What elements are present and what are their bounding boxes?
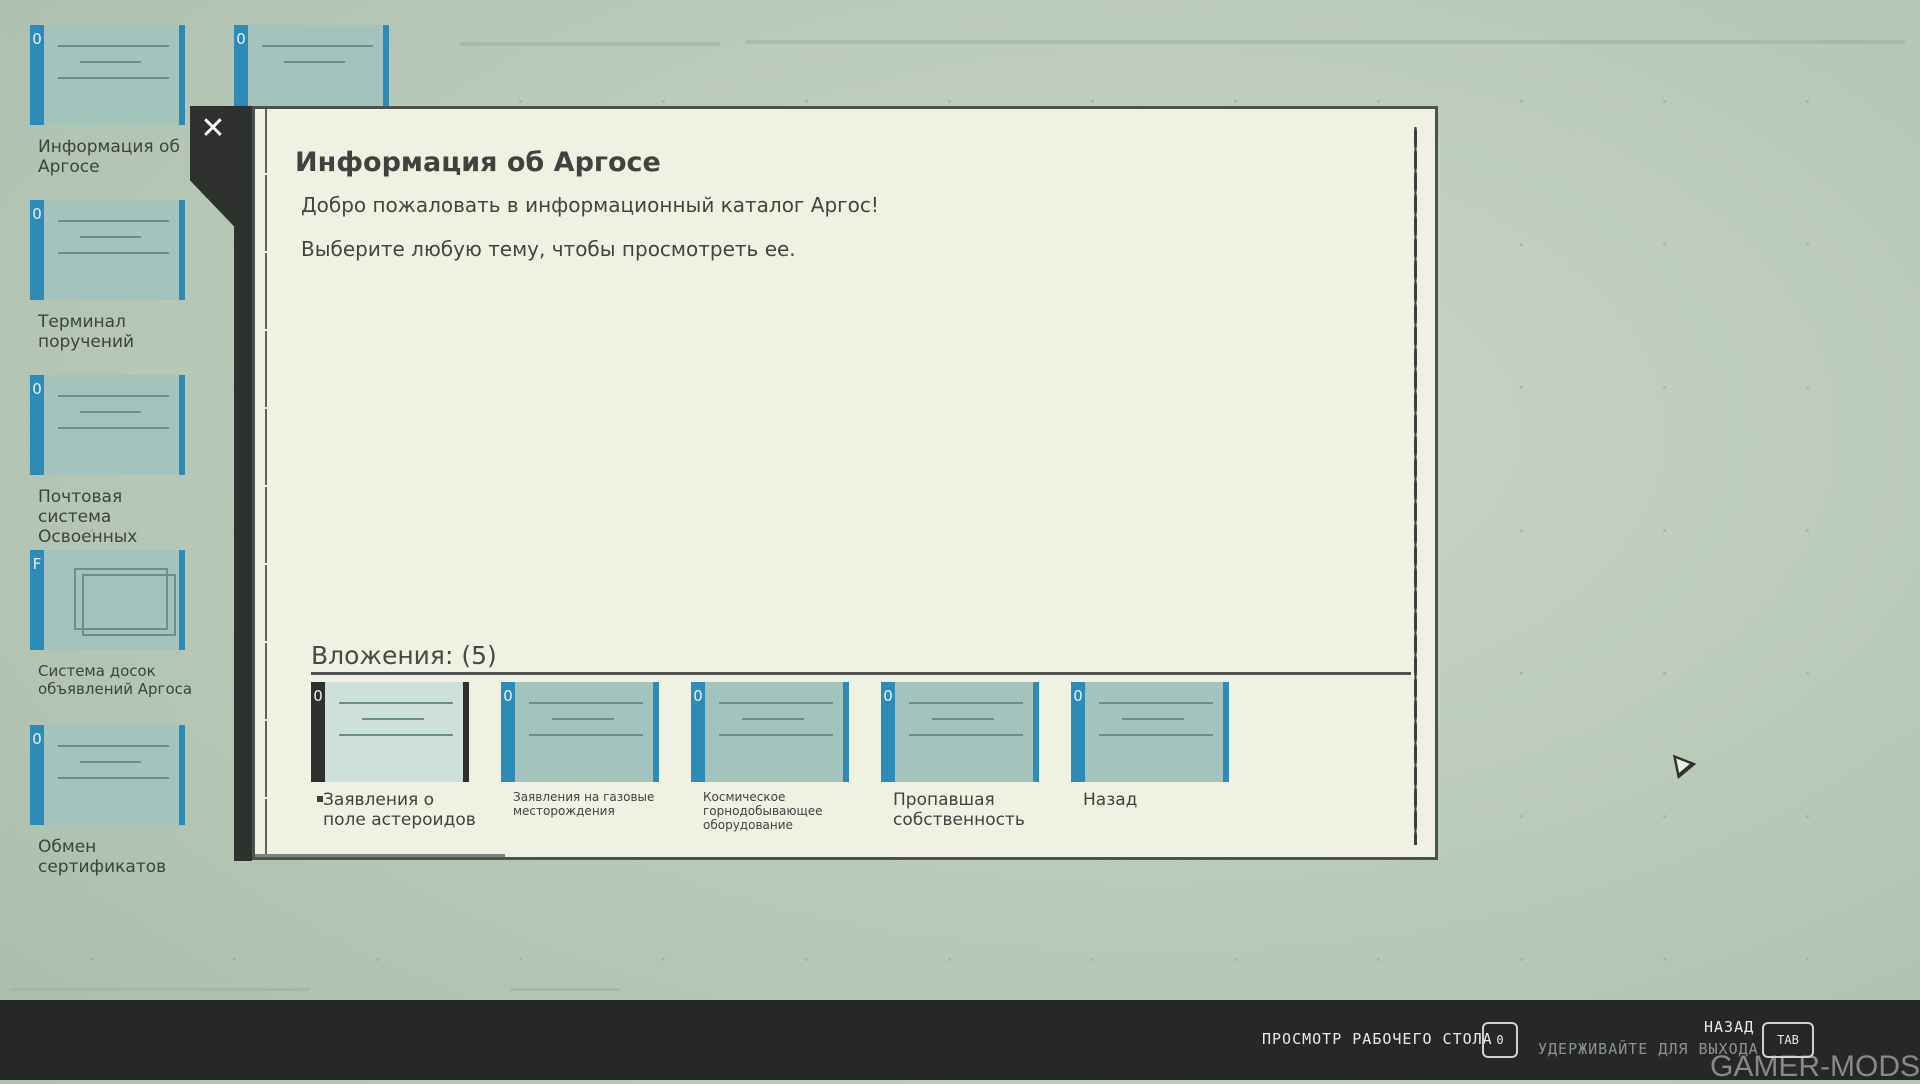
stacked-document-icon: F [30,550,185,650]
document-icon: 0 [691,682,849,782]
back-hint: НАЗАД [1704,1018,1755,1036]
hotkey-badge: 0 [30,25,44,55]
desktop-icon-bulletin-board[interactable]: F Система досок объявлений Аргоса [18,550,193,698]
document-icon: 0 [30,725,185,825]
document-icon: 0 [881,682,1039,782]
hotkey-badge: 0 [30,725,44,755]
document-icon: 0 [30,375,185,475]
document-icon: 0 [501,682,659,782]
hotkey-badge: 0 [881,682,895,712]
window-spine [234,106,252,861]
attachment-label: Заявления на газовые месторождения [513,790,655,818]
desktop-icon-label: Обмен сертификатов [38,837,167,877]
window-ruler [262,109,272,857]
attachment-gas-claims[interactable]: 0 Заявления на газовые месторождения [501,682,671,818]
hotkey-badge: 0 [501,682,515,712]
desktop-icon-certificate-exchange[interactable]: 0 Обмен сертификатов [18,725,193,877]
desktop-icon-label: Терминал поручений [38,312,135,352]
document-icon: 0 [30,25,185,125]
attachment-label: Назад [1083,790,1138,810]
desktop-icon-label: Информация об Аргосе [38,137,180,177]
hotkey-badge: 0 [234,25,248,55]
watermark: GAMER-MODS [1710,1050,1920,1083]
attachment-label: Заявления о поле астероидов [323,790,476,830]
attachments-heading: Вложения: (5) [311,641,497,670]
selection-bullet [317,796,323,802]
document-icon: 0 [1071,682,1229,782]
bottom-hint-bar: ПРОСМОТР РАБОЧЕГО СТОЛА 0 НАЗАД УДЕРЖИВА… [0,1000,1920,1083]
attachment-label: Пропавшая собственность [893,790,1025,830]
window-dotted-border [1414,127,1417,845]
desktop-icon-mail-system[interactable]: 0 Почтовая система Освоенных систем [18,375,193,567]
background-line [460,42,720,46]
scroll-indicator [255,854,505,857]
instruction-text: Выберите любую тему, чтобы просмотреть е… [301,237,796,261]
document-icon: 0 [311,682,469,782]
background-line [510,988,620,991]
background-line [745,40,1905,44]
attachment-lost-property[interactable]: 0 Пропавшая собственность [881,682,1051,830]
window-title: Информация об Аргосе [295,147,661,178]
desktop-icon-argos-info[interactable]: 0 Информация об Аргосе [18,25,193,177]
attachment-label: Космическое горнодобывающее оборудование [703,790,823,832]
welcome-text: Добро пожаловать в информационный катало… [301,193,879,217]
desktop-view-key[interactable]: 0 [1482,1022,1518,1058]
info-window: Информация об Аргосе Добро пожаловать в … [252,106,1438,860]
hotkey-badge: F [30,550,44,580]
attachment-mining-equipment[interactable]: 0 Космическое горнодобывающее оборудован… [691,682,861,832]
attachments-divider [311,672,1411,675]
desktop-view-hint: ПРОСМОТР РАБОЧЕГО СТОЛА [1262,1030,1493,1048]
document-icon: 0 [30,200,185,300]
hotkey-badge: 0 [311,682,325,712]
hotkey-badge: 0 [1071,682,1085,712]
hotkey-badge: 0 [30,375,44,405]
background-line [10,988,310,991]
hotkey-badge: 0 [691,682,705,712]
close-icon[interactable]: ✕ [198,114,228,144]
desktop-icon-label: Система досок объявлений Аргоса [38,662,193,698]
attachment-asteroid-claims[interactable]: 0 Заявления о поле астероидов [311,682,481,830]
hotkey-badge: 0 [30,200,44,230]
attachment-back[interactable]: 0 Назад [1071,682,1241,810]
desktop-icon-task-terminal[interactable]: 0 Терминал поручений [18,200,193,352]
